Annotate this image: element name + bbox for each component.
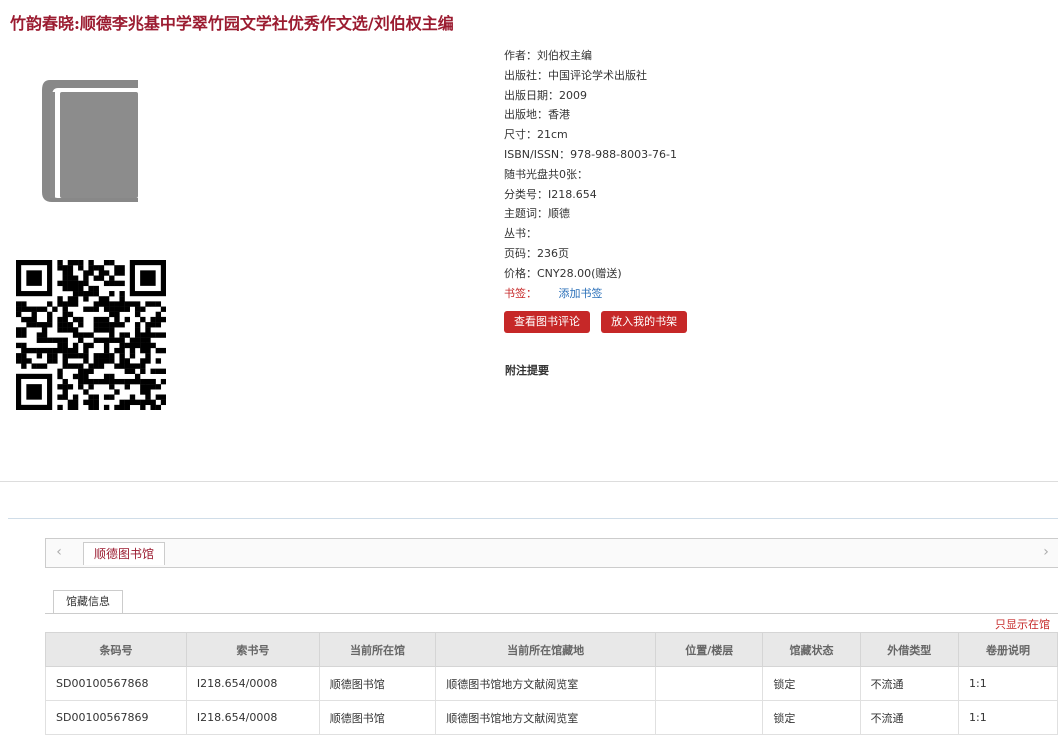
book-icon — [42, 80, 138, 202]
cell-status: 锁定 — [762, 666, 861, 701]
meta-pub-date: 出版日期：2009 — [504, 88, 587, 102]
col-status: 馆藏状态 — [762, 632, 861, 667]
meta-class-no: 分类号：I218.654 — [504, 187, 597, 201]
col-location: 当前所在馆藏地 — [435, 632, 657, 667]
notes-heading: 附注提要 — [505, 364, 549, 377]
add-bookmark-link[interactable]: 添加书签 — [559, 287, 603, 300]
only-available-link[interactable]: 只显示在馆 — [995, 616, 1050, 632]
meta-isbn: ISBN/ISSN：978-988-8003-76-1 — [504, 147, 678, 161]
cell-current-library: 顺德图书馆 — [318, 666, 437, 701]
chevron-right-icon[interactable]: › — [1039, 544, 1053, 560]
cell-call-number: I218.654/0008 — [185, 666, 320, 701]
section-divider — [0, 481, 1058, 482]
col-volume: 卷册说明 — [957, 632, 1058, 667]
meta-series: 丛书： — [504, 227, 537, 241]
action-buttons: 查看图书评论 放入我的书架 — [504, 310, 693, 333]
qr-code — [16, 260, 166, 410]
table-row: SD00100567868 I218.654/0008 顺德图书馆 顺德图书馆地… — [45, 666, 1058, 701]
cell-volume: 1:1 — [957, 700, 1058, 735]
view-reviews-button[interactable]: 查看图书评论 — [504, 311, 590, 333]
meta-subject: 主题词：顺德 — [504, 207, 570, 221]
subtab-divider — [45, 613, 1058, 614]
cell-status: 锁定 — [762, 700, 861, 735]
bookmark-row: 书签： 添加书签 — [504, 284, 677, 304]
col-loan-type: 外借类型 — [859, 632, 959, 667]
cell-shelf-floor — [655, 666, 764, 701]
meta-size: 尺寸：21cm — [504, 128, 568, 142]
table-header-row: 条码号 索书号 当前所在馆 当前所在馆藏地 位置/楼层 馆藏状态 外借类型 卷册… — [45, 632, 1058, 667]
table-row: SD00100567869 I218.654/0008 顺德图书馆 顺德图书馆地… — [45, 700, 1058, 735]
cell-location: 顺德图书馆地方文献阅览室 — [435, 700, 657, 735]
cell-shelf-floor — [655, 700, 764, 735]
library-tab-bar: ‹ 顺德图书馆 › — [45, 538, 1058, 568]
col-call-number: 索书号 — [185, 632, 320, 667]
cell-current-library: 顺德图书馆 — [318, 700, 437, 735]
cell-location: 顺德图书馆地方文献阅览室 — [435, 666, 657, 701]
holdings-panel: ‹ 顺德图书馆 › 馆藏信息 只显示在馆 条码号 索书号 当前所在馆 当前所在馆… — [8, 518, 1058, 742]
col-current-library: 当前所在馆 — [318, 632, 437, 667]
book-title: 竹韵春晓:顺德李兆基中学翠竹园文学社优秀作文选/刘伯权主编 — [10, 14, 454, 33]
cell-barcode: SD00100567869 — [45, 700, 187, 735]
book-metadata: 作者：刘伯权主编 出版社：中国评论学术出版社 出版日期：2009 出版地：香港 … — [504, 46, 677, 303]
add-to-shelf-button[interactable]: 放入我的书架 — [601, 311, 688, 333]
meta-author: 作者：刘伯权主编 — [504, 49, 592, 62]
cell-loan-type: 不流通 — [859, 700, 959, 735]
holdings-table: 条码号 索书号 当前所在馆 当前所在馆藏地 位置/楼层 馆藏状态 外借类型 卷册… — [45, 632, 1058, 735]
chevron-left-icon[interactable]: ‹ — [52, 544, 66, 560]
tab-holdings-info[interactable]: 馆藏信息 — [53, 590, 123, 613]
col-barcode: 条码号 — [45, 632, 187, 667]
cell-volume: 1:1 — [957, 666, 1058, 701]
bookmark-label: 书签： — [504, 286, 537, 300]
meta-pages: 页码：236页 — [504, 246, 569, 260]
cell-call-number: I218.654/0008 — [185, 700, 320, 735]
meta-price: 价格：CNY28.00(赠送) — [504, 266, 622, 280]
meta-publisher: 出版社：中国评论学术出版社 — [504, 68, 647, 82]
col-shelf-floor: 位置/楼层 — [655, 632, 764, 667]
meta-cd: 随书光盘共0张： — [504, 167, 588, 181]
cell-barcode: SD00100567868 — [45, 666, 187, 701]
cell-loan-type: 不流通 — [859, 666, 959, 701]
tab-shunde-library[interactable]: 顺德图书馆 — [83, 542, 166, 565]
meta-pub-place: 出版地：香港 — [504, 108, 570, 122]
